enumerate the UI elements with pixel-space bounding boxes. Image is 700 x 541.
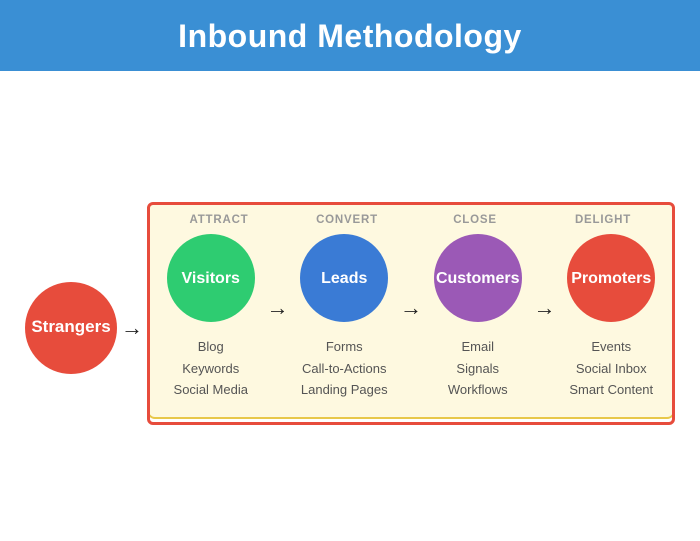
full-diagram-row: Strangers → ATTRACT CONVERT CLOSE DELIGH… bbox=[25, 202, 675, 418]
header: Inbound Methodology bbox=[0, 0, 700, 71]
delight-tools: EventsSocial InboxSmart Content bbox=[569, 336, 653, 400]
outer-arrow-1: → bbox=[121, 315, 143, 341]
inner-arrow-3: → bbox=[534, 295, 556, 321]
delight-phase: Promoters EventsSocial InboxSmart Conten… bbox=[556, 234, 668, 400]
promoters-label: Promoters bbox=[571, 269, 651, 288]
phases-outer: ATTRACT CONVERT CLOSE DELIGHT Visitors B… bbox=[147, 202, 675, 418]
strangers-label: Strangers bbox=[31, 317, 110, 337]
attract-tools: BlogKeywordsSocial Media bbox=[174, 336, 248, 400]
delight-label: DELIGHT bbox=[539, 214, 667, 226]
phases-content-row: Visitors BlogKeywordsSocial Media → Lead… bbox=[155, 234, 667, 400]
promoters-circle: Promoters bbox=[567, 234, 655, 322]
page-title: Inbound Methodology bbox=[0, 18, 700, 55]
attract-label: ATTRACT bbox=[155, 214, 283, 226]
convert-tools: FormsCall-to-ActionsLanding Pages bbox=[301, 336, 388, 400]
close-label: CLOSE bbox=[411, 214, 539, 226]
visitors-label: Visitors bbox=[182, 269, 240, 288]
content-area: Strangers → ATTRACT CONVERT CLOSE DELIGH… bbox=[0, 71, 700, 540]
inner-arrow-2: → bbox=[400, 295, 422, 321]
leads-label: Leads bbox=[321, 269, 367, 288]
visitors-circle: Visitors bbox=[167, 234, 255, 322]
close-tools: EmailSignalsWorkflows bbox=[448, 336, 508, 400]
convert-label: CONVERT bbox=[283, 214, 411, 226]
strangers-col: Strangers bbox=[25, 248, 117, 374]
customers-label: Customers bbox=[436, 269, 520, 288]
inner-arrow-1: → bbox=[267, 295, 289, 321]
phases-labels-row: ATTRACT CONVERT CLOSE DELIGHT bbox=[155, 214, 667, 226]
attract-phase: Visitors BlogKeywordsSocial Media bbox=[155, 234, 267, 400]
customers-circle: Customers bbox=[434, 234, 522, 322]
leads-circle: Leads bbox=[300, 234, 388, 322]
convert-phase: Leads FormsCall-to-ActionsLanding Pages bbox=[289, 234, 401, 400]
strangers-circle: Strangers bbox=[25, 282, 117, 374]
close-phase: Customers EmailSignalsWorkflows bbox=[422, 234, 534, 400]
